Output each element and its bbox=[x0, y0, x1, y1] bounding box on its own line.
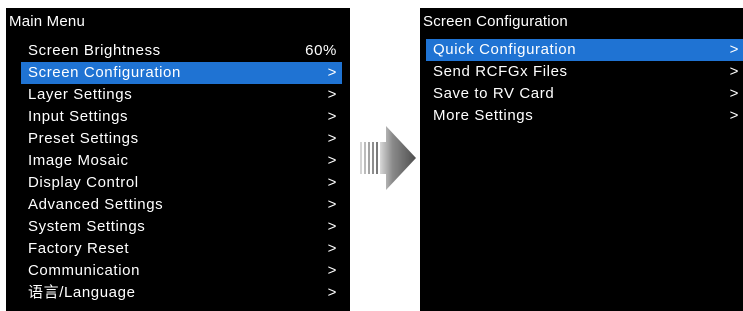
menu-item-label: Image Mosaic bbox=[28, 152, 129, 169]
main-menu-panel: Main Menu Screen Brightness 60% Screen C… bbox=[6, 8, 350, 311]
main-menu-list: Screen Brightness 60% Screen Configurati… bbox=[6, 40, 350, 304]
menu-item-communication[interactable]: Communication > bbox=[21, 260, 342, 282]
menu-item-quick-configuration[interactable]: Quick Configuration > bbox=[426, 39, 743, 61]
chevron-right-icon: > bbox=[327, 130, 337, 147]
screen-configuration-panel: Screen Configuration Quick Configuration… bbox=[420, 8, 743, 311]
main-menu-title: Main Menu bbox=[9, 13, 86, 30]
menu-item-save-to-rv-card[interactable]: Save to RV Card > bbox=[426, 83, 743, 105]
chevron-right-icon: > bbox=[327, 240, 337, 257]
menu-item-language[interactable]: 语言/Language > bbox=[21, 282, 342, 304]
chevron-right-icon: > bbox=[327, 64, 337, 81]
menu-item-input-settings[interactable]: Input Settings > bbox=[21, 106, 342, 128]
chevron-right-icon: > bbox=[327, 196, 337, 213]
chevron-right-icon: > bbox=[327, 262, 337, 279]
menu-item-label: Save to RV Card bbox=[433, 85, 555, 102]
chevron-right-icon: > bbox=[327, 218, 337, 235]
menu-item-label: Display Control bbox=[28, 174, 139, 191]
menu-item-advanced-settings[interactable]: Advanced Settings > bbox=[21, 194, 342, 216]
menu-item-image-mosaic[interactable]: Image Mosaic > bbox=[21, 150, 342, 172]
menu-item-label: 语言/Language bbox=[28, 284, 136, 301]
chevron-right-icon: > bbox=[327, 86, 337, 103]
menu-item-label: Communication bbox=[28, 262, 141, 279]
menu-item-label: Screen Configuration bbox=[28, 64, 181, 81]
menu-item-label: Input Settings bbox=[28, 108, 129, 125]
chevron-right-icon: > bbox=[327, 152, 337, 169]
menu-item-label: System Settings bbox=[28, 218, 146, 235]
menu-item-display-control[interactable]: Display Control > bbox=[21, 172, 342, 194]
chevron-right-icon: > bbox=[729, 85, 739, 102]
submenu-list: Quick Configuration > Send RCFGx Files >… bbox=[420, 39, 743, 127]
menu-item-label: Advanced Settings bbox=[28, 196, 164, 213]
menu-item-factory-reset[interactable]: Factory Reset > bbox=[21, 238, 342, 260]
menu-item-label: Layer Settings bbox=[28, 86, 133, 103]
menu-item-label: Screen Brightness bbox=[28, 42, 161, 59]
menu-item-label: More Settings bbox=[433, 107, 534, 124]
menu-item-label: Factory Reset bbox=[28, 240, 130, 257]
chevron-right-icon: > bbox=[327, 174, 337, 191]
submenu-title: Screen Configuration bbox=[423, 13, 568, 30]
menu-item-preset-settings[interactable]: Preset Settings > bbox=[21, 128, 342, 150]
chevron-right-icon: > bbox=[327, 108, 337, 125]
right-arrow-icon bbox=[360, 126, 416, 190]
menu-item-label: Send RCFGx Files bbox=[433, 63, 568, 80]
menu-item-send-rcfgx-files[interactable]: Send RCFGx Files > bbox=[426, 61, 743, 83]
menu-item-label: Quick Configuration bbox=[433, 41, 577, 58]
menu-item-screen-brightness[interactable]: Screen Brightness 60% bbox=[21, 40, 342, 62]
brightness-value: 60% bbox=[305, 42, 337, 59]
menu-item-system-settings[interactable]: System Settings > bbox=[21, 216, 342, 238]
chevron-right-icon: > bbox=[729, 41, 739, 58]
menu-item-label: Preset Settings bbox=[28, 130, 139, 147]
menu-item-screen-configuration[interactable]: Screen Configuration > bbox=[21, 62, 342, 84]
menu-item-more-settings[interactable]: More Settings > bbox=[426, 105, 743, 127]
chevron-right-icon: > bbox=[729, 63, 739, 80]
chevron-right-icon: > bbox=[327, 284, 337, 301]
chevron-right-icon: > bbox=[729, 107, 739, 124]
menu-item-layer-settings[interactable]: Layer Settings > bbox=[21, 84, 342, 106]
